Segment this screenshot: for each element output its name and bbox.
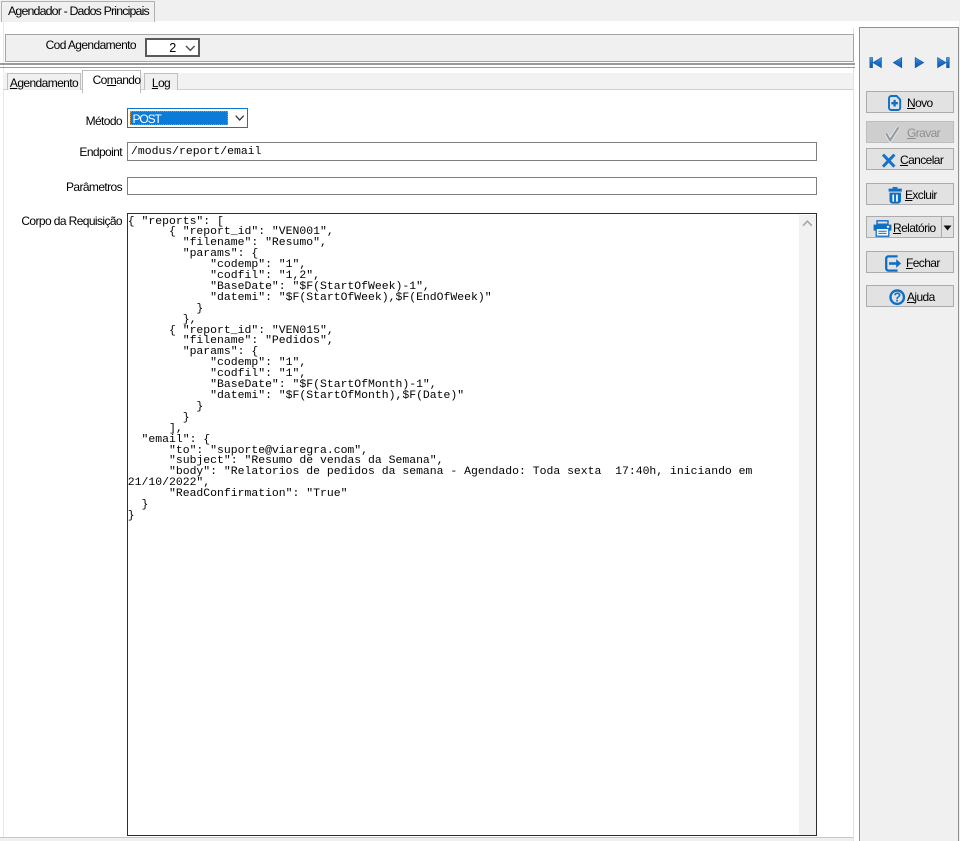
svg-text:?: ? <box>893 290 901 304</box>
